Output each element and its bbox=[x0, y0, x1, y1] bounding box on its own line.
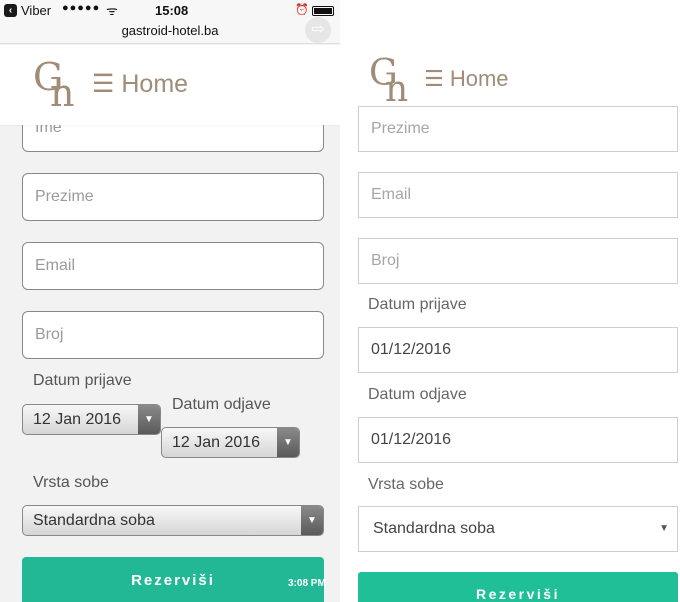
wifi-icon: ᯤ bbox=[106, 3, 118, 18]
logo-letter-n[interactable]: n bbox=[50, 71, 74, 115]
datum-prijave-label: Datum prijave bbox=[33, 372, 132, 389]
url-bar[interactable]: gastroid-hotel.ba ⇨ bbox=[0, 17, 340, 44]
status-time: 15:08 bbox=[155, 3, 189, 18]
chevron-down-icon: ▼ bbox=[138, 405, 160, 434]
alarm-icon: ⏰ bbox=[295, 4, 309, 16]
datum-odjave-select[interactable]: 12 Jan 2016 ▼ bbox=[161, 427, 300, 458]
menu-home-link[interactable]: ☰ Home bbox=[92, 69, 188, 99]
desktop-screenshot: G n ☰ Home Prezime Email Broj Datum prij… bbox=[340, 0, 680, 602]
rezervisi-button[interactable]: Rezerviši bbox=[358, 572, 678, 602]
signal-strength-icon: ●●●●● bbox=[62, 2, 101, 14]
datum-prijave-value: 12 Jan 2016 bbox=[33, 411, 122, 428]
site-header: G n ☰ Home bbox=[340, 0, 680, 118]
prezime-input[interactable]: Prezime bbox=[358, 106, 678, 152]
reader-icon[interactable]: ⇨ bbox=[305, 17, 331, 43]
back-to-app-icon[interactable]: ‹ bbox=[4, 4, 17, 17]
back-app-label[interactable]: Viber bbox=[21, 3, 51, 18]
email-input[interactable]: Email bbox=[358, 172, 678, 218]
vrsta-sobe-value: Standardna soba bbox=[33, 512, 155, 529]
datum-prijave-select[interactable]: 12 Jan 2016 ▼ bbox=[22, 404, 161, 435]
status-bar: ‹ Viber ●●●●● ᯤ 15:08 ⏰ bbox=[0, 0, 340, 22]
clock-overlay: 3:08 PM bbox=[288, 578, 326, 589]
vrsta-sobe-select[interactable]: Standardna soba ▼ bbox=[22, 505, 324, 536]
datum-odjave-input[interactable]: 01/12/2016 bbox=[358, 417, 678, 463]
prezime-input[interactable]: Prezime bbox=[22, 173, 324, 221]
logo-letter-n[interactable]: n bbox=[385, 69, 408, 110]
site-header: G n ☰ Home bbox=[0, 45, 340, 125]
datum-odjave-label: Datum odjave bbox=[368, 386, 467, 403]
vrsta-sobe-value: Standardna soba bbox=[373, 520, 495, 537]
datum-odjave-label: Datum odjave bbox=[172, 396, 271, 413]
broj-input[interactable]: Broj bbox=[22, 311, 324, 359]
email-input[interactable]: Email bbox=[22, 242, 324, 290]
chevron-down-icon: ▼ bbox=[277, 428, 299, 457]
chevron-down-icon: ▼ bbox=[301, 506, 323, 535]
menu-home-link[interactable]: ☰ Home bbox=[424, 66, 509, 92]
broj-input[interactable]: Broj bbox=[358, 238, 678, 284]
vrsta-sobe-label: Vrsta sobe bbox=[368, 476, 444, 493]
vrsta-sobe-select[interactable]: Standardna soba ▼ bbox=[358, 506, 678, 552]
datum-odjave-value: 12 Jan 2016 bbox=[172, 434, 261, 451]
rezervisi-button[interactable]: Rezerviši bbox=[22, 557, 324, 602]
datum-prijave-input[interactable]: 01/12/2016 bbox=[358, 327, 678, 373]
chevron-down-icon: ▼ bbox=[659, 523, 669, 534]
vrsta-sobe-label: Vrsta sobe bbox=[33, 474, 109, 491]
battery-icon bbox=[312, 6, 334, 16]
mobile-screenshot: ‹ Viber ●●●●● ᯤ 15:08 ⏰ gastroid-hotel.b… bbox=[0, 0, 340, 602]
datum-prijave-label: Datum prijave bbox=[368, 296, 467, 313]
url-domain[interactable]: gastroid-hotel.ba bbox=[0, 23, 340, 38]
